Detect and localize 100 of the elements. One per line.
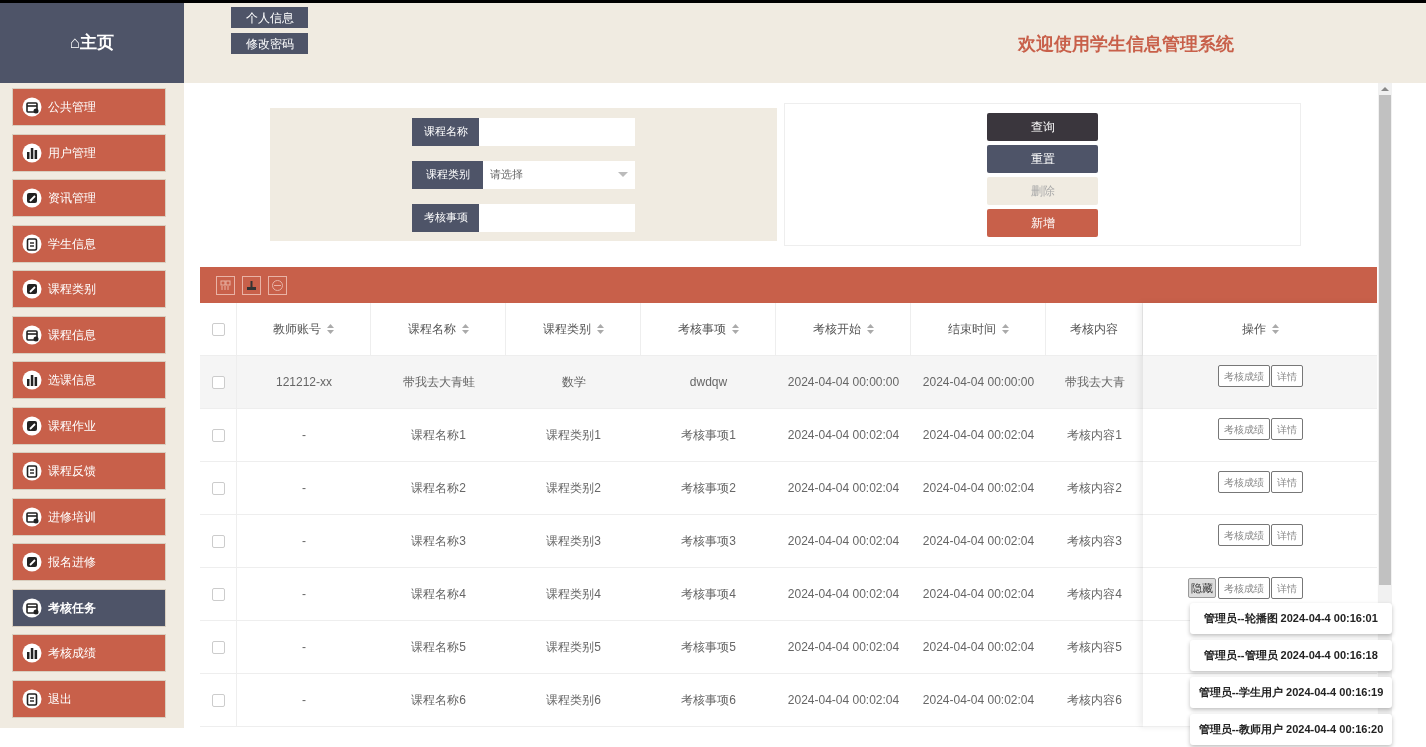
table-cell-text: -	[302, 692, 306, 709]
notification-toast[interactable]: 管理员--轮播图 2024-04-4 00:16:01	[1190, 603, 1392, 634]
sidebar-item[interactable]: 进修培训	[12, 497, 166, 536]
checkbox[interactable]	[211, 322, 225, 336]
table-cell-text: dwdqw	[689, 374, 728, 391]
table-cell-text: 课程名称6	[411, 692, 466, 709]
checkbox[interactable]	[211, 693, 225, 707]
edit-icon	[22, 279, 42, 299]
checkbox[interactable]	[211, 587, 225, 601]
sidebar-item[interactable]: 用户管理	[12, 133, 166, 172]
notification-toast[interactable]: 管理员--学生用户 2024-04-4 00:16:19	[1190, 677, 1392, 708]
sidebar-item[interactable]: 课程作业	[12, 406, 166, 445]
clipboard-icon	[22, 233, 42, 254]
notification-toast[interactable]: 管理员--教师用户 2024-04-4 00:16:20	[1190, 714, 1392, 745]
sort-icon	[1271, 324, 1279, 334]
action-button[interactable]: 新增	[987, 208, 1098, 237]
table-cell-text: 课程类别1	[546, 427, 601, 444]
input-field[interactable]	[479, 203, 635, 232]
checkbox[interactable]	[211, 534, 225, 548]
column-header[interactable]: 结束时间	[947, 320, 996, 338]
input-field[interactable]	[479, 117, 635, 146]
page-title: 欢迎使用学生信息管理系统	[1018, 33, 1234, 56]
hide-button[interactable]: 隐藏	[1188, 578, 1216, 598]
table-cell-text: 考核内容4	[1067, 586, 1122, 603]
field-label: 课程名称	[412, 117, 479, 146]
row-action-button[interactable]: 考核成绩	[1217, 471, 1270, 493]
table-cell-text: 2024-04-04 00:02:04	[787, 427, 900, 444]
sidebar-item[interactable]: 报名进修	[12, 543, 166, 581]
row-action-button[interactable]: 详情	[1270, 524, 1303, 546]
checkbox[interactable]	[211, 481, 225, 495]
chart-icon	[22, 643, 42, 663]
checkbox[interactable]	[211, 375, 225, 389]
sidebar-item[interactable]: 课程反馈	[12, 452, 166, 490]
table-cell-text: 考核事项1	[681, 427, 736, 444]
checkbox[interactable]	[211, 640, 225, 654]
columns-icon[interactable]	[216, 275, 235, 295]
row-action-button[interactable]: 详情	[1270, 418, 1303, 440]
sidebar-item[interactable]: 课程类别	[12, 270, 166, 308]
sidebar-item[interactable]: 考核成绩	[12, 634, 166, 672]
sort-icon	[461, 324, 469, 334]
column-header[interactable]: 考核事项	[677, 320, 726, 338]
sidebar-item[interactable]: 考核任务	[12, 588, 166, 627]
sidebar-item-label: 进修培训	[48, 508, 96, 526]
chart-icon	[22, 370, 42, 390]
action-button[interactable]: 重置	[987, 144, 1098, 173]
column-header[interactable]: 考核内容	[1070, 320, 1118, 338]
home-header[interactable]: ⌂主页	[0, 3, 184, 83]
notification-toast[interactable]: 管理员--管理员 2024-04-4 00:16:18	[1190, 640, 1392, 671]
row-action-button[interactable]: 详情	[1270, 365, 1303, 387]
table-cell-text: 课程名称1	[411, 427, 466, 444]
table-cell-text: 2024-04-04 00:02:04	[922, 480, 1035, 497]
sidebar-item[interactable]: 资讯管理	[12, 179, 166, 217]
sort-icon	[1001, 324, 1009, 334]
sidebar-item-label: 公共管理	[48, 99, 96, 116]
sidebar-item-label: 课程信息	[48, 326, 96, 344]
edit-icon	[22, 415, 42, 436]
table-cell-text: -	[302, 427, 306, 444]
row-action-button[interactable]: 考核成绩	[1217, 418, 1270, 440]
table-cell-text: 课程类别5	[546, 639, 601, 656]
calendar-icon	[22, 97, 42, 117]
sidebar-item[interactable]: 课程信息	[12, 315, 166, 354]
table-cell-text: 数学	[561, 374, 586, 391]
sidebar-item-label: 课程作业	[48, 417, 96, 435]
sort-icon	[866, 324, 874, 334]
sidebar-item[interactable]: 退出	[12, 679, 166, 718]
table-cell-text: 课程类别3	[546, 533, 601, 550]
sidebar-item-label: 资讯管理	[48, 190, 96, 207]
row-action-button[interactable]: 详情	[1270, 577, 1303, 599]
table-cell-text: 考核内容1	[1067, 427, 1122, 444]
table-cell-text: 2024-04-04 00:02:04	[922, 692, 1035, 709]
row-action-button[interactable]: 详情	[1270, 471, 1303, 493]
column-header[interactable]: 课程名称	[407, 320, 456, 338]
table-cell-text: -	[302, 586, 306, 603]
caret-icon	[618, 171, 628, 178]
column-header[interactable]: 教师账号	[273, 320, 321, 338]
table-cell-text: 考核事项6	[681, 692, 736, 709]
sidebar-item-label: 课程反馈	[48, 463, 96, 480]
sidebar-item-label: 退出	[48, 690, 72, 708]
column-header[interactable]: 课程类别	[542, 320, 591, 338]
edit-icon	[22, 552, 42, 572]
edit-icon	[22, 188, 42, 208]
row-action-button[interactable]: 考核成绩	[1217, 524, 1270, 546]
header-button[interactable]: 个人信息	[231, 7, 308, 28]
row-action-button[interactable]: 考核成绩	[1217, 577, 1270, 599]
sidebar-item-label: 用户管理	[48, 144, 96, 162]
column-header[interactable]: 考核开始	[812, 320, 861, 338]
table-cell-text: 课程类别2	[546, 480, 601, 497]
clipboard-icon	[22, 461, 42, 481]
column-header[interactable]: 操作	[1241, 320, 1266, 338]
table-cell-text: 2024-04-04 00:02:04	[787, 692, 900, 709]
sidebar-item[interactable]: 学生信息	[12, 224, 166, 263]
sidebar-item[interactable]: 公共管理	[12, 88, 166, 126]
checkbox[interactable]	[211, 428, 225, 442]
sidebar-item[interactable]: 选课信息	[12, 361, 166, 399]
table-cell-text: 121212-xx	[275, 374, 332, 391]
action-button[interactable]: 查询	[987, 112, 1098, 141]
select-field[interactable]: 请选择	[483, 160, 635, 189]
header-button[interactable]: 修改密码	[231, 33, 308, 54]
sort-icon	[327, 324, 334, 334]
row-action-button[interactable]: 考核成绩	[1217, 365, 1270, 387]
